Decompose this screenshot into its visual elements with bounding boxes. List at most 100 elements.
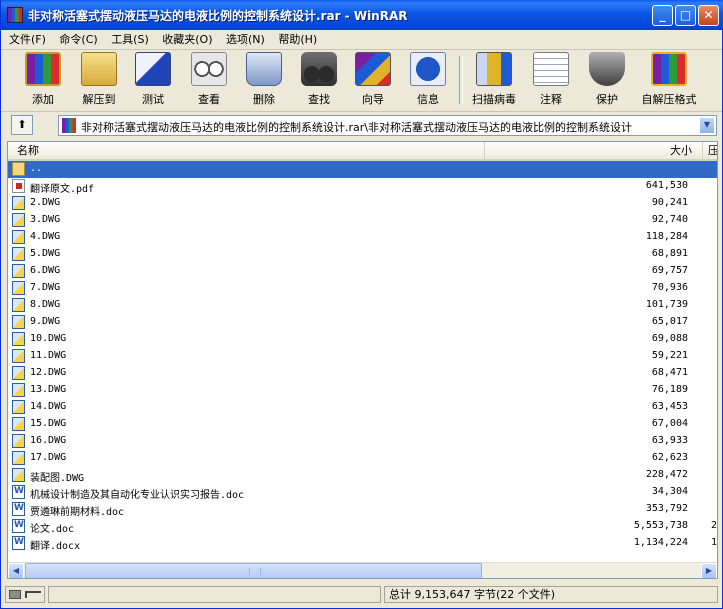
find-button[interactable]: 查找 [295,52,343,108]
key-icon[interactable] [25,591,41,598]
file-row[interactable]: 装配图.DWG 228,472 [8,467,717,484]
file-name: 贾遴琳前期材料.doc [30,507,125,518]
close-button[interactable]: ✕ [698,5,719,26]
file-name: 5.DWG [30,248,61,259]
extract-to-button[interactable]: 解压到 [74,52,124,108]
file-size: 228,472 [645,469,688,480]
up-folder-button[interactable]: ⬆ [11,115,33,135]
file-row[interactable]: 论文.doc 5,553,738 2 [8,518,717,535]
file-row[interactable]: 4.DWG 118,284 [8,229,717,246]
file-row[interactable]: 翻译.docx 1,134,224 1 [8,535,717,552]
file-row[interactable]: 机械设计制造及其自动化专业认识实习报告.doc 34,304 [8,484,717,501]
menu-help[interactable]: 帮助(H) [273,30,322,49]
file-row[interactable]: 5.DWG 68,891 [8,246,717,263]
info-button[interactable]: 信息 [404,52,452,108]
add-button[interactable]: 添加 [18,52,68,108]
dwg-file-icon [12,281,25,295]
dwg-file-icon [12,400,25,414]
horizontal-scrollbar[interactable]: ◀ ▶ [8,562,717,578]
file-name: 论文.doc [30,524,75,535]
file-row[interactable]: 17.DWG 62,623 [8,450,717,467]
menu-favorites[interactable]: 收藏夹(O) [157,30,217,49]
dwg-file-icon [12,468,25,482]
drive-icon[interactable] [9,590,21,599]
dwg-file-icon [12,315,25,329]
path-dropdown-button[interactable]: ▼ [699,117,715,134]
protect-button[interactable]: 保护 [583,52,631,108]
wizard-button[interactable]: 向导 [349,52,397,108]
file-row[interactable]: 16.DWG 63,933 [8,433,717,450]
view-button[interactable]: 查看 [185,52,233,108]
parent-folder-icon [12,162,25,176]
title-bar[interactable]: 非对称活塞式摆动液压马达的电液比例的控制系统设计.rar - WinRAR _ … [1,0,723,30]
menu-file[interactable]: 文件(F) [1,30,51,49]
column-size[interactable]: 大小 [485,142,703,159]
file-name: 10.DWG [30,333,67,344]
scroll-right-button[interactable]: ▶ [701,563,717,578]
file-name: 11.DWG [30,350,67,361]
protect-label: 保护 [596,93,618,106]
parent-folder-row[interactable]: .. [8,161,717,178]
file-row[interactable]: 15.DWG 67,004 [8,416,717,433]
file-size: 1,134,224 [633,537,688,548]
comment-button[interactable]: 注释 [527,52,575,108]
toolbar: 添加 解压到 测试 查看 删除 查找 向导 信息 扫描病毒 注释 保护 自解压格… [1,50,722,112]
add-label: 添加 [32,93,54,106]
dwg-file-icon [12,196,25,210]
menu-commands[interactable]: 命令(C) [54,30,102,49]
file-row[interactable]: 13.DWG 76,189 [8,382,717,399]
file-packed: 2 [711,520,718,531]
file-name: 8.DWG [30,299,61,310]
path-combobox[interactable]: 非对称活塞式摆动液压马达的电液比例的控制系统设计.rar\非对称活塞式摆动液压马… [58,115,717,136]
file-size: 62,623 [651,452,688,463]
file-row[interactable]: 翻译原文.pdf 641,530 [8,178,717,195]
dwg-file-icon [12,383,25,397]
minimize-button[interactable]: _ [652,5,673,26]
scroll-thumb[interactable] [25,563,482,578]
file-size: 68,471 [651,367,688,378]
file-name: 4.DWG [30,231,61,242]
file-row[interactable]: 3.DWG 92,740 [8,212,717,229]
file-size: 69,757 [651,265,688,276]
file-list[interactable]: 名称 大小 压 .. 翻译原文.pdf 641,530 2.DWG 90,241 3.DW… [7,141,718,579]
file-size: 34,304 [651,486,688,497]
pdf-file-icon [12,179,25,193]
extract-to-icon [81,52,117,86]
menu-bar: 文件(F) 命令(C) 工具(S) 收藏夹(O) 选项(N) 帮助(H) [1,30,722,50]
word-doc-icon [12,502,25,516]
file-row[interactable]: 8.DWG 101,739 [8,297,717,314]
path-text: 非对称活塞式摆动液压马达的电液比例的控制系统设计.rar\非对称活塞式摆动液压马… [81,121,632,134]
scroll-left-button[interactable]: ◀ [8,563,24,578]
file-row[interactable]: 14.DWG 63,453 [8,399,717,416]
status-selection [48,586,381,603]
status-bar: 总计 9,153,647 字节(22 个文件) [1,582,722,607]
status-summary: 总计 9,153,647 字节(22 个文件) [384,586,718,603]
file-row[interactable]: 12.DWG 68,471 [8,365,717,382]
file-size: 353,792 [645,503,688,514]
file-size: 63,933 [651,435,688,446]
file-row[interactable]: 11.DWG 59,221 [8,348,717,365]
maximize-button[interactable]: □ [675,5,696,26]
dwg-file-icon [12,264,25,278]
file-row[interactable]: 6.DWG 69,757 [8,263,717,280]
file-row[interactable]: 7.DWG 70,936 [8,280,717,297]
file-size: 70,936 [651,282,688,293]
delete-button[interactable]: 删除 [240,52,288,108]
file-row[interactable]: 9.DWG 65,017 [8,314,717,331]
test-button[interactable]: 测试 [129,52,177,108]
file-row[interactable]: 2.DWG 90,241 [8,195,717,212]
word-doc-icon [12,519,25,533]
column-name[interactable]: 名称 [8,142,485,159]
menu-tools[interactable]: 工具(S) [106,30,154,49]
archive-icon [62,118,76,133]
menu-options[interactable]: 选项(N) [221,30,270,49]
file-name: 6.DWG [30,265,61,276]
file-name: 9.DWG [30,316,61,327]
virus-scan-button[interactable]: 扫描病毒 [467,52,521,108]
column-packed[interactable]: 压 [703,142,717,159]
dwg-file-icon [12,298,25,312]
sfx-button[interactable]: 自解压格式 [637,52,701,108]
file-row[interactable]: 10.DWG 69,088 [8,331,717,348]
file-row[interactable]: 贾遴琳前期材料.doc 353,792 [8,501,717,518]
delete-icon [246,52,282,86]
